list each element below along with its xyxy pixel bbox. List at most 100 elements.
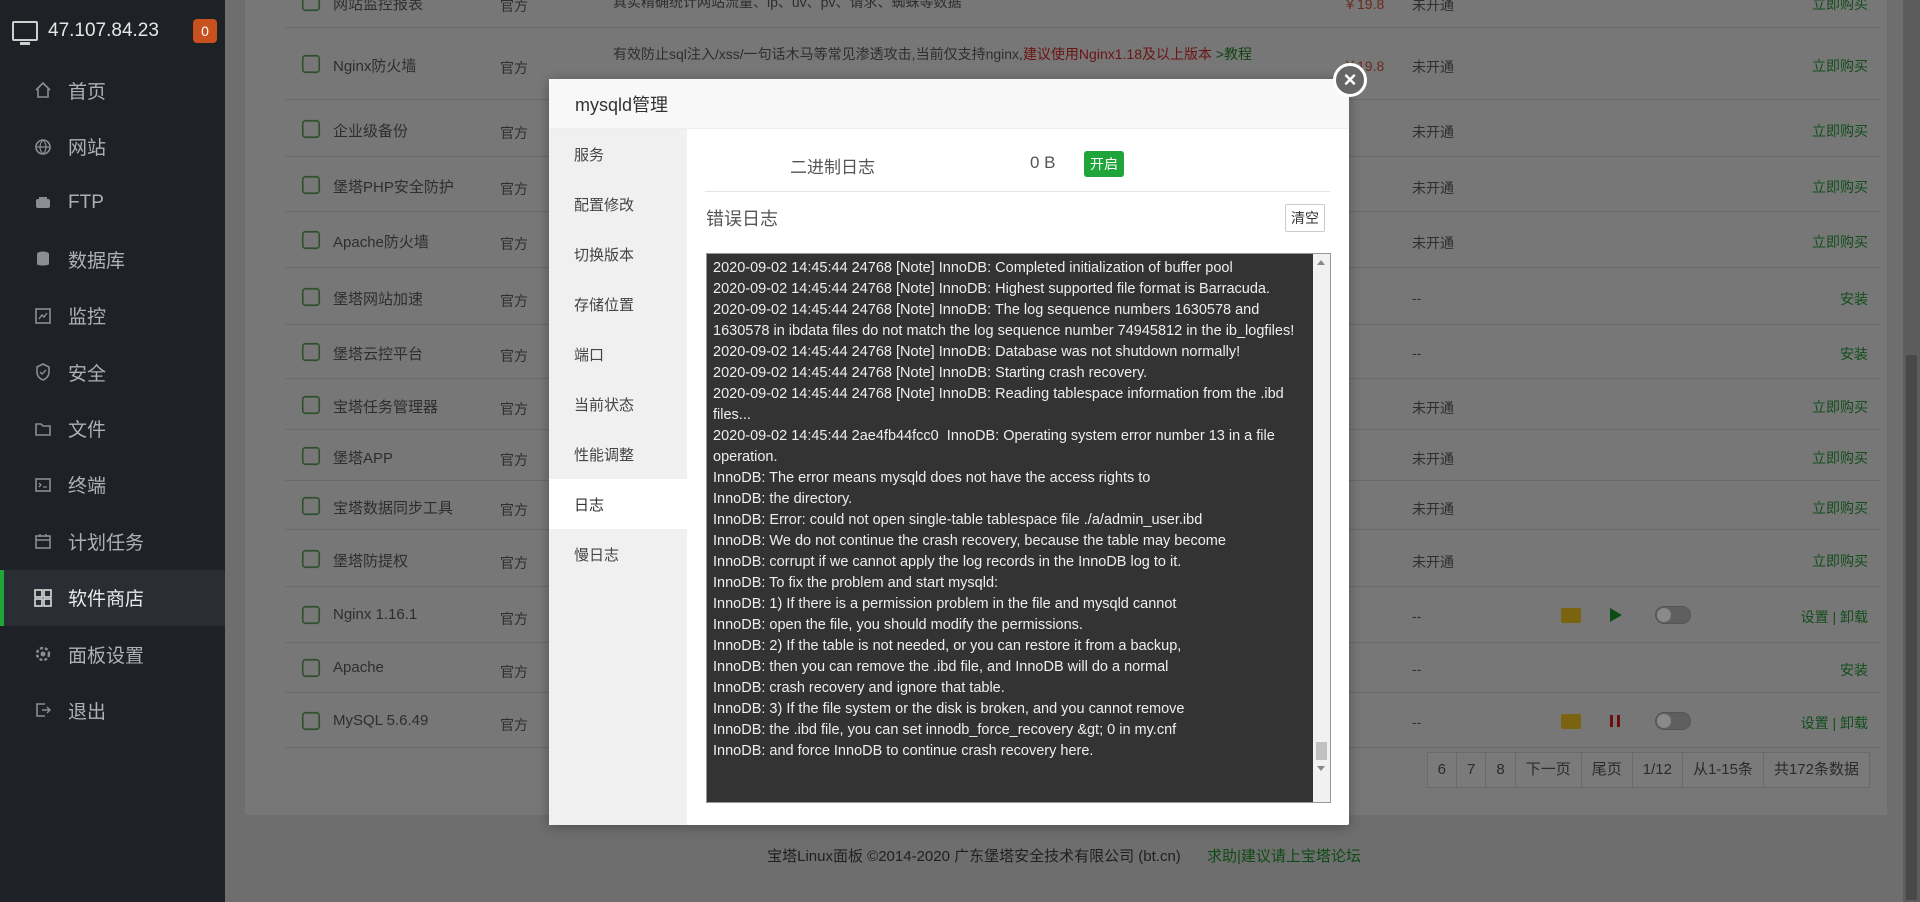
pager-item[interactable]: 下一页 xyxy=(1514,752,1582,788)
pager-item[interactable]: 6 xyxy=(1426,752,1458,788)
monitor-icon xyxy=(12,21,38,45)
software-action-link[interactable]: 立即购买 xyxy=(1812,177,1868,197)
sidebar-item-label: 软件商店 xyxy=(68,589,145,611)
tab-8[interactable]: 慢日志 xyxy=(549,529,687,579)
software-action-link[interactable]: 立即购买 xyxy=(1812,397,1868,417)
waf-icon xyxy=(299,228,323,252)
terminal-icon xyxy=(33,475,53,495)
software-action-link[interactable]: 立即购买 xyxy=(1812,448,1868,468)
folder-icon xyxy=(33,419,53,439)
sidebar-item-3[interactable]: 数据库 xyxy=(0,231,225,287)
tab-0[interactable]: 服务 xyxy=(549,129,687,179)
sidebar-item-1[interactable]: 网站 xyxy=(0,118,225,174)
message-badge[interactable]: 0 xyxy=(193,19,217,43)
scroll-up-icon[interactable] xyxy=(1317,260,1325,265)
software-action-link[interactable]: 设置 | 卸载 xyxy=(1801,607,1868,627)
scroll-down-icon[interactable] xyxy=(1317,766,1325,771)
log-scrollbar-thumb[interactable] xyxy=(1316,742,1327,760)
sidebar: 47.107.84.23 0 首页 网站 FTP 数据库 监控 安全 文件 终端 计划任务 软件商… xyxy=(0,0,225,902)
software-expire: -- xyxy=(1412,608,1422,624)
page-scrollbar-thumb[interactable] xyxy=(1906,355,1917,900)
sidebar-item-10[interactable]: 面板设置 xyxy=(0,626,225,682)
monitor-chart-icon xyxy=(33,306,53,326)
binlog-enable-button[interactable]: 开启 xyxy=(1084,151,1124,177)
software-developer: 官方 xyxy=(500,125,528,141)
pager-item[interactable]: 8 xyxy=(1485,752,1516,788)
error-log-textarea[interactable]: 2020-09-02 14:45:44 24768 [Note] InnoDB:… xyxy=(706,253,1331,803)
sidebar-item-label: 计划任务 xyxy=(68,532,145,554)
logout-icon xyxy=(33,700,53,720)
software-expire: 未开通 xyxy=(1412,0,1454,13)
software-action-link[interactable]: 立即购买 xyxy=(1812,0,1868,14)
tab-6[interactable]: 性能调整 xyxy=(549,429,687,479)
homepage-toggle[interactable] xyxy=(1655,606,1691,624)
sidebar-item-8[interactable]: 计划任务 xyxy=(0,513,225,569)
tab-2[interactable]: 切换版本 xyxy=(549,229,687,279)
sidebar-item-2[interactable]: FTP xyxy=(0,175,225,231)
sidebar-item-5[interactable]: 安全 xyxy=(0,344,225,400)
tab-3[interactable]: 存储位置 xyxy=(549,279,687,329)
tab-4[interactable]: 端口 xyxy=(549,329,687,379)
pause-icon[interactable] xyxy=(1610,715,1620,727)
sync-icon xyxy=(299,494,323,518)
software-action-link[interactable]: 安装 xyxy=(1840,344,1868,364)
sidebar-item-0[interactable]: 首页 xyxy=(0,62,225,118)
pager-item: 从1-15条 xyxy=(1681,752,1764,788)
sidebar-item-9[interactable]: 软件商店 xyxy=(0,569,225,626)
tab-1[interactable]: 配置修改 xyxy=(549,179,687,229)
software-developer: 官方 xyxy=(500,60,528,76)
play-icon[interactable] xyxy=(1610,608,1622,622)
nginx-icon xyxy=(299,603,323,627)
dolphin-icon xyxy=(299,709,323,733)
software-expire: 未开通 xyxy=(1412,501,1454,517)
close-icon[interactable]: × xyxy=(1333,63,1367,97)
software-name: Nginx 1.16.1 xyxy=(333,606,418,623)
software-name: 堡塔网站加速 xyxy=(333,291,424,308)
home-icon xyxy=(33,80,53,100)
pager-item: 共172条数据 xyxy=(1762,752,1870,788)
footer-forum-link[interactable]: 求助|建议请上宝塔论坛 xyxy=(1207,848,1361,865)
software-developer: 官方 xyxy=(500,664,528,680)
software-action-link[interactable]: 立即购买 xyxy=(1812,498,1868,518)
sidebar-item-4[interactable]: 监控 xyxy=(0,288,225,344)
pager-item[interactable]: 尾页 xyxy=(1580,752,1633,788)
software-action-link[interactable]: 立即购买 xyxy=(1812,232,1868,252)
software-action-link[interactable]: 安装 xyxy=(1840,289,1868,309)
globe-icon xyxy=(33,137,53,157)
software-expire: 未开通 xyxy=(1412,59,1454,75)
software-action-link[interactable]: 立即购买 xyxy=(1812,56,1868,76)
folder-icon[interactable] xyxy=(1561,714,1581,729)
sidebar-item-label: 网站 xyxy=(68,138,107,160)
clear-log-button[interactable]: 清空 xyxy=(1285,204,1325,232)
sidebar-item-label: 面板设置 xyxy=(68,645,145,667)
pagination: 6 7 8 下一页 尾页 1/12 从1-15条 共172条数据 xyxy=(1426,752,1870,788)
sidebar-item-7[interactable]: 终端 xyxy=(0,457,225,513)
software-action-link[interactable]: 立即购买 xyxy=(1812,121,1868,141)
modal-tabs: 服务 配置修改 切换版本 存储位置 端口 当前状态 性能调整 日志 慢日志 xyxy=(549,129,687,825)
grid-icon xyxy=(33,588,53,608)
tab-5[interactable]: 当前状态 xyxy=(549,379,687,429)
software-action-link[interactable]: 立即购买 xyxy=(1812,551,1868,571)
page-scrollbar[interactable] xyxy=(1903,0,1920,902)
software-expire: 未开通 xyxy=(1412,235,1454,251)
software-name: Nginx防火墙 xyxy=(333,58,417,75)
software-action-link[interactable]: 安装 xyxy=(1840,660,1868,680)
software-name: Apache防火墙 xyxy=(333,234,429,251)
software-description: 真实精确统计网站流量、ip、uv、pv、请求、蜘蛛等数据 xyxy=(613,0,962,10)
sidebar-item-label: 文件 xyxy=(68,420,107,442)
app-icon xyxy=(299,444,323,468)
sidebar-item-label: 首页 xyxy=(68,81,107,103)
tutorial-link[interactable]: >教程 xyxy=(1216,46,1252,62)
tab-7[interactable]: 日志 xyxy=(549,479,687,529)
software-action-link[interactable]: 设置 | 卸载 xyxy=(1801,713,1868,733)
software-expire: 未开通 xyxy=(1412,451,1454,467)
software-name: 堡塔PHP安全防护 xyxy=(333,179,454,196)
homepage-toggle[interactable] xyxy=(1655,712,1691,730)
sidebar-item-6[interactable]: 文件 xyxy=(0,400,225,456)
log-scrollbar[interactable] xyxy=(1313,254,1330,802)
sidebar-item-11[interactable]: 退出 xyxy=(0,682,225,738)
pager-item[interactable]: 7 xyxy=(1456,752,1487,788)
folder-icon[interactable] xyxy=(1561,608,1581,623)
divider xyxy=(705,191,1330,192)
footer-copyright: 宝塔Linux面板 ©2014-2020 广东堡塔安全技术有限公司 (bt.cn… xyxy=(767,848,1181,865)
